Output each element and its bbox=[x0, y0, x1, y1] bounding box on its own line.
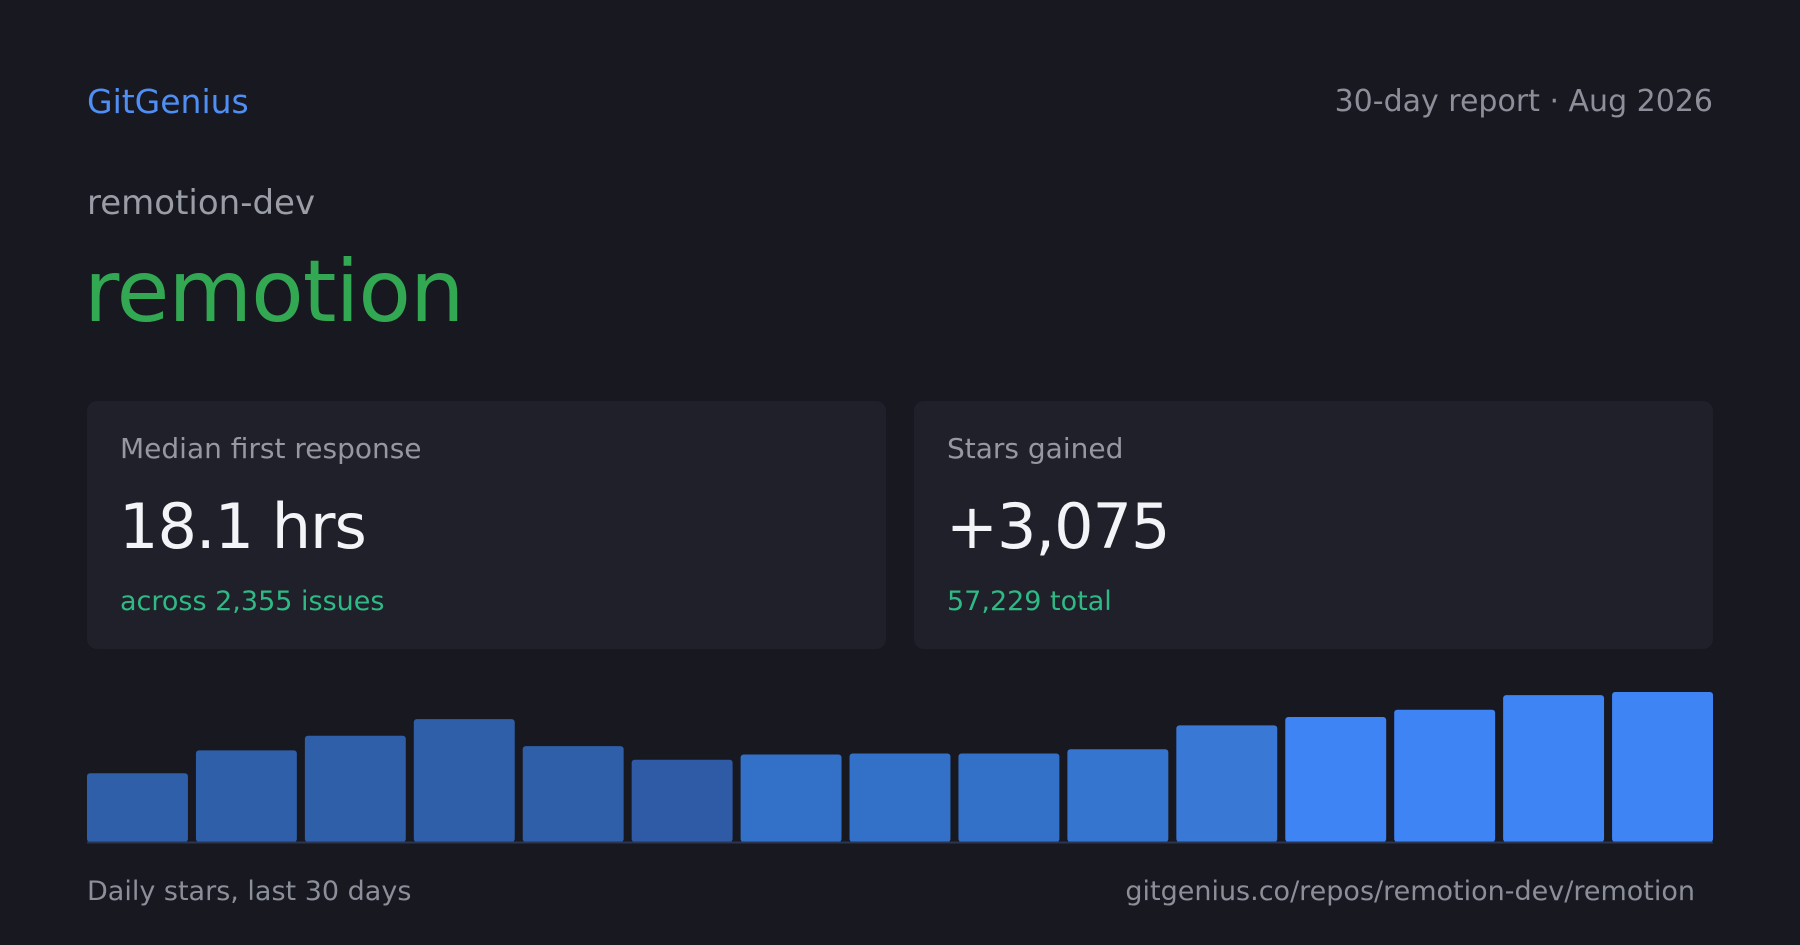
bar-day-12 bbox=[1285, 717, 1387, 842]
bar-day-8 bbox=[849, 753, 951, 842]
report-period: 30-day report · Aug 2026 bbox=[1334, 84, 1713, 119]
daily-stars-chart bbox=[87, 690, 1713, 844]
bar-day-11 bbox=[1176, 725, 1278, 842]
repo-url[interactable]: gitgenius.co/repos/remotion-dev/remotion bbox=[1125, 876, 1695, 907]
card-value: 18.1 hrs bbox=[119, 490, 367, 563]
card-subtext: across 2,355 issues bbox=[120, 586, 385, 617]
median-response-card: Median first response 18.1 hrs across 2,… bbox=[87, 401, 886, 649]
brand-logo[interactable]: GitGenius bbox=[87, 82, 249, 121]
card-label: Stars gained bbox=[947, 432, 1124, 465]
bar-day-5 bbox=[522, 746, 624, 842]
bar-day-4 bbox=[413, 719, 515, 842]
bar-day-3 bbox=[304, 735, 406, 842]
bar-day-13 bbox=[1394, 709, 1496, 842]
card-value: +3,075 bbox=[946, 490, 1170, 563]
bar-day-15 bbox=[1612, 692, 1713, 842]
bar-day-6 bbox=[631, 759, 733, 842]
bar-day-14 bbox=[1503, 695, 1605, 843]
bar-day-2 bbox=[195, 750, 297, 842]
repo-name: remotion bbox=[84, 242, 465, 342]
stars-gained-card: Stars gained +3,075 57,229 total bbox=[914, 401, 1713, 649]
chart-caption: Daily stars, last 30 days bbox=[87, 876, 412, 907]
report-card: GitGenius 30-day report · Aug 2026 remot… bbox=[0, 0, 1800, 945]
bar-day-7 bbox=[740, 754, 842, 842]
card-label: Median first response bbox=[120, 432, 422, 465]
repo-owner: remotion-dev bbox=[87, 183, 316, 223]
bar-day-1 bbox=[87, 773, 188, 842]
daily-stars-chart-svg bbox=[87, 692, 1713, 844]
bar-day-9 bbox=[958, 753, 1060, 842]
card-subtext: 57,229 total bbox=[947, 586, 1112, 617]
bar-day-10 bbox=[1067, 749, 1169, 842]
